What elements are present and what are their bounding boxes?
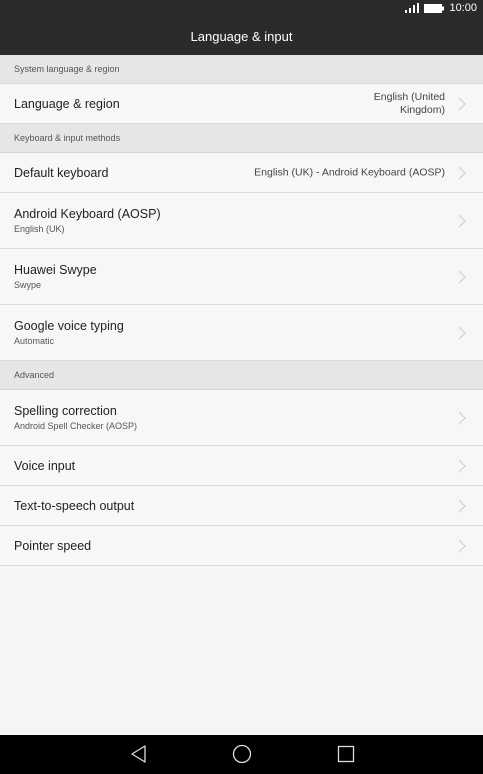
chevron-right-icon (458, 270, 466, 283)
row-value: English (United Kingdom) (374, 91, 445, 117)
chevron-right-icon (458, 97, 466, 110)
row-subtitle: English (UK) (14, 224, 65, 234)
google-voice-typing-row[interactable]: Google voice typing Automatic (0, 305, 483, 361)
spelling-correction-row[interactable]: Spelling correction Android Spell Checke… (0, 390, 483, 446)
pointer-speed-row[interactable]: Pointer speed (0, 526, 483, 566)
section-header-advanced: Advanced (0, 361, 483, 390)
recents-icon[interactable] (336, 744, 356, 764)
section-header-keyboard: Keyboard & input methods (0, 124, 483, 153)
row-title: Huawei Swype (14, 263, 97, 277)
battery-icon (424, 3, 445, 13)
row-value: English (UK) - Android Keyboard (AOSP) (254, 166, 445, 178)
chevron-right-icon (458, 411, 466, 424)
row-title: Google voice typing (14, 319, 124, 333)
chevron-right-icon (458, 459, 466, 472)
row-title: Default keyboard (14, 165, 109, 180)
row-subtitle: Android Spell Checker (AOSP) (14, 421, 138, 431)
chevron-right-icon (458, 214, 466, 227)
chevron-right-icon (458, 326, 466, 339)
action-bar: Language & input (0, 18, 483, 55)
row-subtitle: Automatic (14, 336, 55, 346)
android-keyboard-row[interactable]: Android Keyboard (AOSP) English (UK) (0, 193, 483, 249)
status-time: 10:00 (449, 2, 477, 14)
default-keyboard-row[interactable]: Default keyboard English (UK) - Android … (0, 153, 483, 193)
navigation-bar (0, 735, 483, 774)
voice-input-row[interactable]: Voice input (0, 446, 483, 486)
home-icon[interactable] (232, 744, 252, 764)
chevron-right-icon (458, 499, 466, 512)
row-title: Spelling correction (14, 404, 117, 418)
row-title: Voice input (14, 458, 76, 473)
row-subtitle: Swype (14, 280, 42, 290)
huawei-swype-row[interactable]: Huawei Swype Swype (0, 249, 483, 305)
row-title: Android Keyboard (AOSP) (14, 207, 161, 221)
settings-list[interactable]: System language & region Language & regi… (0, 55, 483, 735)
chevron-right-icon (458, 166, 466, 179)
text-to-speech-row[interactable]: Text-to-speech output (0, 486, 483, 526)
chevron-right-icon (458, 539, 466, 552)
page-title: Language & input (190, 29, 293, 44)
section-header-system-language: System language & region (0, 55, 483, 84)
value-line-2: Kingdom) (400, 103, 445, 116)
language-region-row[interactable]: Language & region English (United Kingdo… (0, 84, 483, 124)
row-title: Pointer speed (14, 538, 92, 553)
signal-icon (405, 3, 420, 13)
row-title: Text-to-speech output (14, 498, 135, 513)
row-title: Language & region (14, 96, 120, 111)
status-bar: 10:00 (0, 0, 483, 18)
back-icon[interactable] (129, 744, 149, 764)
value-line-1: English (United (373, 90, 445, 103)
